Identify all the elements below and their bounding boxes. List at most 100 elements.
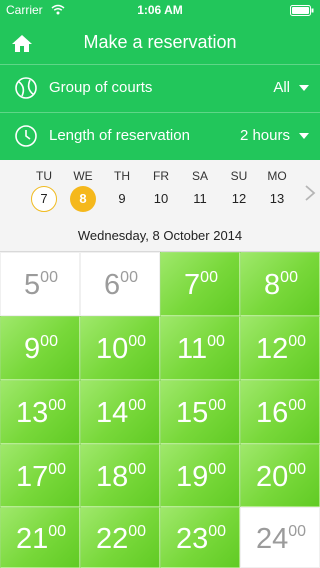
slot-hour: 16 (255, 396, 289, 429)
time-slot-13[interactable]: 1300 (0, 380, 80, 444)
slot-minutes: 00 (128, 522, 147, 540)
slot-minutes: 00 (288, 332, 307, 350)
time-slot-17[interactable]: 1700 (0, 444, 80, 507)
slot-hour: 7 (184, 268, 201, 301)
calendar-day[interactable]: FR 10 (143, 168, 179, 212)
tennis-ball-icon (15, 77, 37, 99)
group-of-courts-selector[interactable]: Group of courts All (0, 64, 320, 112)
time-slot-7[interactable]: 700 (160, 252, 240, 316)
time-slot-label: 1300 (1, 397, 81, 430)
clock-icon (15, 125, 37, 147)
time-slot-22[interactable]: 2200 (80, 507, 160, 568)
time-slot-label: 900 (1, 333, 81, 366)
slot-hour: 6 (104, 268, 121, 301)
time-slot-label: 1700 (1, 460, 81, 493)
calendar-day[interactable]: SA 11 (182, 168, 218, 212)
weekday-label: FR (153, 169, 169, 183)
time-slot-label: 2000 (241, 460, 320, 493)
slot-minutes: 00 (48, 522, 67, 540)
slot-minutes: 00 (208, 460, 227, 478)
slot-minutes: 00 (128, 460, 147, 478)
time-slot-label: 1500 (161, 397, 241, 430)
length-of-reservation-label: Length of reservation (49, 127, 190, 144)
slot-minutes: 00 (120, 268, 138, 286)
day-number[interactable]: 13 (264, 186, 290, 212)
day-number[interactable]: 10 (148, 186, 174, 212)
slot-minutes: 00 (208, 396, 227, 414)
time-slot-6: 600 (80, 252, 160, 316)
time-slot-14[interactable]: 1400 (80, 380, 160, 444)
time-slot-label: 2400 (241, 522, 320, 555)
time-slot-9[interactable]: 900 (0, 316, 80, 380)
time-slot-18[interactable]: 1800 (80, 444, 160, 507)
time-slot-20[interactable]: 2000 (240, 444, 320, 507)
slot-minutes: 00 (40, 268, 58, 286)
slot-hour: 13 (15, 396, 49, 429)
slot-hour: 8 (264, 268, 281, 301)
slot-minutes: 00 (288, 396, 307, 414)
slot-hour: 20 (255, 460, 289, 493)
length-of-reservation-selector[interactable]: Length of reservation 2 hours (0, 112, 320, 160)
slot-hour: 24 (255, 522, 289, 555)
group-of-courts-value: All (273, 79, 290, 96)
slot-hour: 9 (24, 332, 41, 365)
calendar-day[interactable]: TU 7 (26, 168, 62, 212)
slot-minutes: 00 (207, 332, 225, 350)
weekday-label: TH (114, 169, 130, 183)
time-slot-11[interactable]: 1100 (160, 316, 240, 380)
time-slot-label: 500 (1, 269, 81, 302)
slot-hour: 17 (15, 460, 49, 493)
time-slot-19[interactable]: 1900 (160, 444, 240, 507)
slot-minutes: 00 (208, 522, 227, 540)
time-slot-label: 1200 (241, 333, 320, 366)
slot-hour: 19 (175, 460, 209, 493)
calendar-day[interactable]: SU 12 (221, 168, 257, 212)
day-number[interactable]: 12 (226, 186, 252, 212)
page-title: Make a reservation (83, 32, 237, 52)
time-slot-10[interactable]: 1000 (80, 316, 160, 380)
day-number[interactable]: 9 (109, 186, 135, 212)
time-slot-15[interactable]: 1500 (160, 380, 240, 444)
reservation-header: Make a reservation Group of courts All L… (0, 20, 320, 160)
divider (0, 112, 320, 113)
time-slot-label: 800 (241, 269, 320, 302)
weekday-label: SU (230, 169, 248, 183)
status-bar: Carrier 1:06 AM (0, 0, 320, 20)
length-of-reservation-value: 2 hours (239, 127, 290, 144)
calendar-day[interactable]: MO 13 (259, 168, 295, 212)
time-slot-label: 2200 (81, 522, 161, 555)
nav-bar: Make a reservation (0, 20, 320, 64)
divider (0, 64, 320, 65)
time-slot-label: 2100 (1, 522, 81, 555)
today-day-number[interactable]: 7 (31, 186, 57, 212)
slot-minutes: 00 (280, 268, 298, 286)
time-slot-23[interactable]: 2300 (160, 507, 240, 568)
time-slot-label: 1600 (241, 397, 320, 430)
slot-hour: 10 (95, 332, 129, 365)
slot-hour: 15 (175, 396, 209, 429)
slot-minutes: 00 (288, 522, 307, 540)
time-slot-label: 1400 (81, 397, 161, 430)
time-slot-8[interactable]: 800 (240, 252, 320, 316)
slot-hour: 5 (24, 268, 41, 301)
time-slot-label: 1100 (161, 333, 241, 366)
slot-minutes: 00 (200, 268, 218, 286)
selected-day-number[interactable]: 8 (70, 186, 96, 212)
selected-date-label: Wednesday, 8 October 2014 (77, 228, 243, 243)
clock-time: 1:06 AM (137, 3, 183, 17)
time-slot-label: 1900 (161, 460, 241, 493)
day-number[interactable]: 11 (187, 186, 213, 212)
weekday-label: WE (73, 169, 93, 183)
chevron-right-icon[interactable] (304, 185, 316, 201)
calendar-day[interactable]: WE 8 (65, 168, 101, 212)
slot-minutes: 00 (48, 460, 67, 478)
slot-hour: 22 (95, 522, 129, 555)
time-slot-16[interactable]: 1600 (240, 380, 320, 444)
battery-icon (290, 5, 314, 16)
time-slot-21[interactable]: 2100 (0, 507, 80, 568)
slot-hour: 12 (255, 332, 289, 365)
slot-minutes: 00 (48, 396, 67, 414)
time-slot-12[interactable]: 1200 (240, 316, 320, 380)
calendar-day[interactable]: TH 9 (104, 168, 140, 212)
slot-hour: 14 (95, 396, 129, 429)
